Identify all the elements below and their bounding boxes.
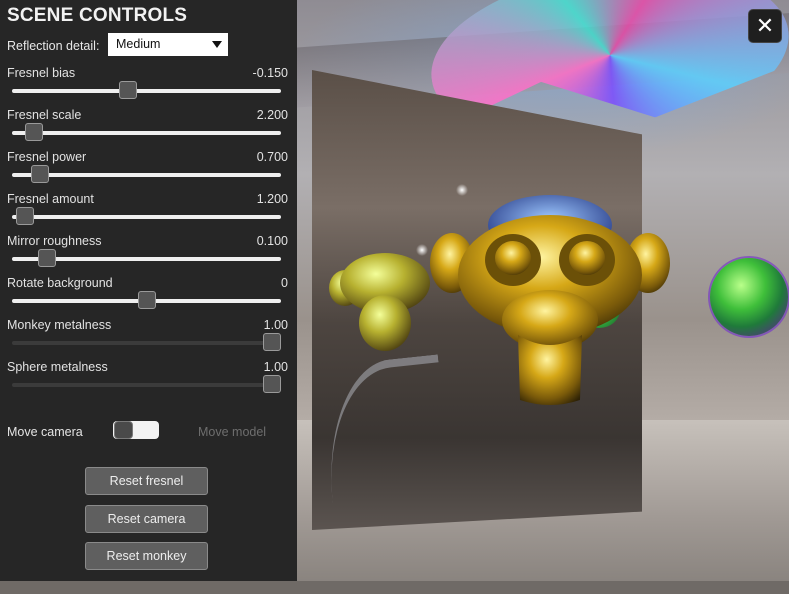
slider-row: Rotate background 0: [0, 276, 297, 318]
slider-thumb[interactable]: [138, 291, 156, 309]
reflection-detail-label: Reflection detail:: [7, 39, 100, 53]
slider-thumb[interactable]: [263, 333, 281, 351]
slider-label: Mirror roughness: [7, 234, 102, 248]
reset-monkey-button[interactable]: Reset monkey: [85, 542, 208, 570]
slider-track[interactable]: [12, 207, 281, 225]
metal-sphere: [710, 258, 788, 336]
slider-label: Fresnel power: [7, 150, 87, 164]
slider-value: 1.00: [263, 360, 288, 374]
reset-camera-button[interactable]: Reset camera: [85, 505, 208, 533]
slider-value: 1.200: [256, 192, 288, 206]
slider-row: Fresnel bias -0.150: [0, 66, 297, 108]
slider-track[interactable]: [12, 249, 281, 267]
slider-label: Fresnel scale: [7, 108, 82, 122]
close-icon: ✕: [755, 13, 775, 38]
toggle-knob[interactable]: [114, 421, 133, 439]
golden-monkey-model: [430, 195, 670, 405]
slider-thumb[interactable]: [25, 123, 43, 141]
slider-thumb[interactable]: [119, 81, 137, 99]
slider-label: Rotate background: [7, 276, 113, 290]
slider-value: 0: [281, 276, 288, 290]
slider-row: Mirror roughness 0.100: [0, 234, 297, 276]
slider-value: 0.700: [256, 150, 288, 164]
panel-title: SCENE CONTROLS: [7, 5, 188, 26]
slider-row: Fresnel scale 2.200: [0, 108, 297, 150]
slider-label: Fresnel bias: [7, 66, 76, 80]
slider-track[interactable]: [12, 165, 281, 183]
slider-row: Sphere metalness 1.00: [0, 360, 297, 402]
slider-track[interactable]: [12, 81, 281, 99]
slider-value: 2.200: [256, 108, 288, 122]
slider-track[interactable]: [12, 291, 281, 309]
slider-label: Fresnel amount: [7, 192, 94, 206]
move-model-label: Move model: [198, 425, 267, 439]
reflected-monkey-model: [329, 253, 430, 351]
slider-value: 1.00: [263, 318, 288, 332]
slider-label: Monkey metalness: [7, 318, 112, 332]
slider-thumb[interactable]: [16, 207, 34, 225]
slider-thumb[interactable]: [263, 375, 281, 393]
slider-track[interactable]: [12, 375, 281, 393]
slider-track[interactable]: [12, 123, 281, 141]
slider-track[interactable]: [12, 333, 281, 351]
reflection-detail-select[interactable]: Medium: [108, 33, 228, 56]
slider-value: 0.100: [256, 234, 288, 248]
scene-controls-panel: SCENE CONTROLS Reflection detail: Medium…: [0, 0, 297, 581]
slider-label: Sphere metalness: [7, 360, 108, 374]
close-button[interactable]: ✕: [748, 9, 782, 43]
reflection-detail-value: Medium: [116, 37, 161, 51]
slider-thumb[interactable]: [31, 165, 49, 183]
slider-row: Monkey metalness 1.00: [0, 318, 297, 360]
slider-thumb[interactable]: [38, 249, 56, 267]
slider-value: -0.150: [252, 66, 288, 80]
chevron-down-icon: [212, 41, 222, 48]
slider-row: Fresnel amount 1.200: [0, 192, 297, 234]
camera-model-toggle[interactable]: [113, 421, 159, 439]
reset-fresnel-button[interactable]: Reset fresnel: [85, 467, 208, 495]
move-camera-label: Move camera: [7, 425, 83, 439]
slider-row: Fresnel power 0.700: [0, 150, 297, 192]
